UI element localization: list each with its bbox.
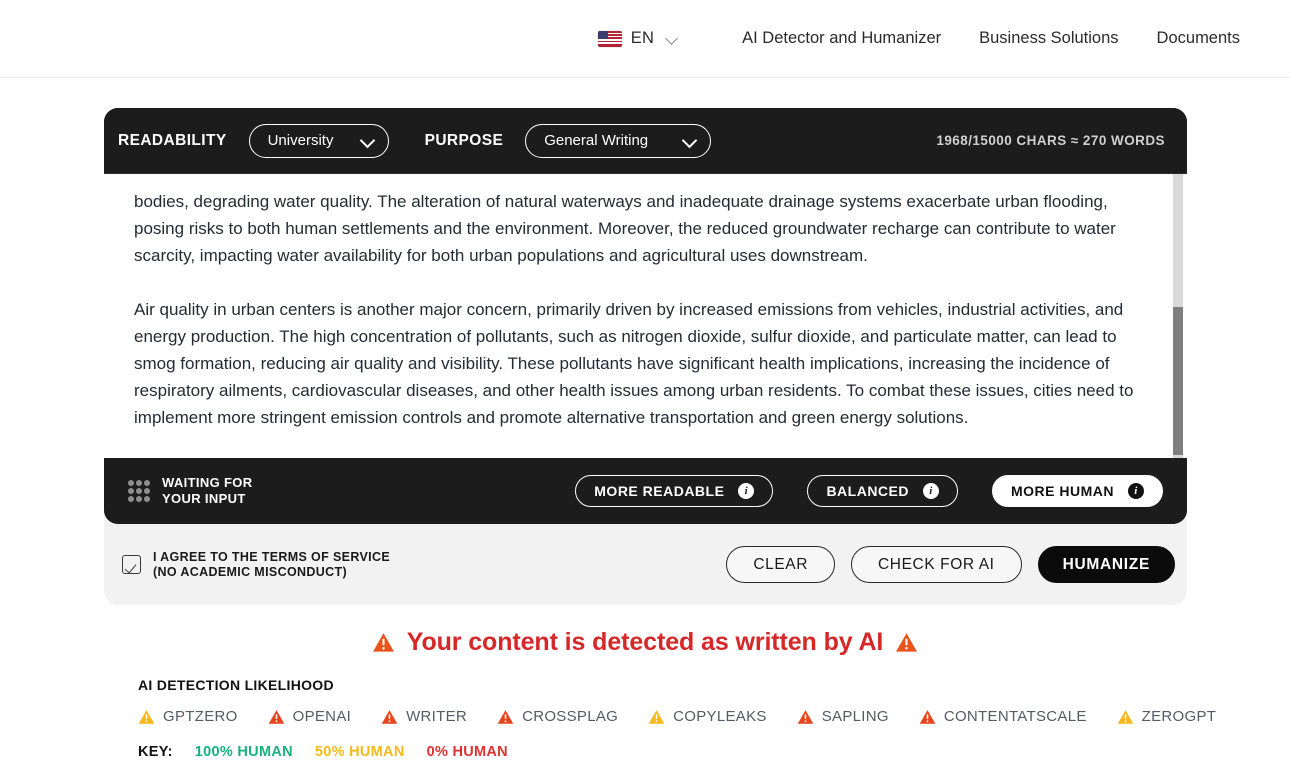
detection-key-row: KEY: 100% HUMAN 50% HUMAN 0% HUMAN xyxy=(138,744,508,760)
terms-agreement[interactable]: I AGREE TO THE TERMS OF SERVICE (NO ACAD… xyxy=(122,550,390,580)
detector-list: GPTZERO OPENAI WRITER CROSSPLAG COPYLEAK… xyxy=(138,708,1246,725)
checked-checkbox-icon[interactable] xyxy=(122,555,141,574)
editor-area: bodies, degrading water quality. The alt… xyxy=(104,174,1187,458)
detector-item-writer: WRITER xyxy=(381,708,467,725)
purpose-label: PURPOSE xyxy=(424,131,504,149)
nav-link-ai-detector-and-humanizer[interactable]: AI Detector and Humanizer xyxy=(742,29,941,48)
detector-name: COPYLEAKS xyxy=(673,708,767,725)
key-label: KEY: xyxy=(138,744,173,760)
mode-button-group: MORE READABLE i BALANCED i MORE HUMAN i xyxy=(575,475,1163,507)
action-button-group: CLEAR CHECK FOR AI HUMANIZE xyxy=(710,546,1175,583)
editor-scrollbar[interactable] xyxy=(1173,174,1183,458)
nav-right-group: EN AI Detector and Humanizer Business So… xyxy=(597,29,1240,48)
clear-button[interactable]: CLEAR xyxy=(726,546,836,583)
readability-label: READABILITY xyxy=(118,131,227,149)
mode-button-balanced[interactable]: BALANCED i xyxy=(807,475,958,507)
card-footer: I AGREE TO THE TERMS OF SERVICE (NO ACAD… xyxy=(104,524,1187,605)
humanize-button[interactable]: HUMANIZE xyxy=(1037,546,1175,583)
ai-detection-likelihood-label: AI DETECTION LIKELIHOOD xyxy=(138,677,334,693)
mode-button-label: BALANCED xyxy=(826,483,909,499)
detector-item-copyleaks: COPYLEAKS xyxy=(648,708,767,725)
detection-headline: Your content is detected as written by A… xyxy=(406,628,884,656)
mode-button-more-readable[interactable]: MORE READABLE i xyxy=(575,475,774,507)
detector-item-contentatscale: CONTENTATSCALE xyxy=(919,708,1087,725)
terms-agreement-label: I AGREE TO THE TERMS OF SERVICE (NO ACAD… xyxy=(153,549,391,579)
detector-name: OPENAI xyxy=(292,708,352,725)
mode-button-more-human[interactable]: MORE HUMAN i xyxy=(992,475,1163,507)
warning-triangle-icon xyxy=(381,709,398,725)
detector-name: WRITER xyxy=(406,708,468,725)
editor-scrollbar-thumb[interactable] xyxy=(1173,307,1183,455)
detector-item-crossplag: CROSSPLAG xyxy=(497,708,618,725)
detector-name: CONTENTATSCALE xyxy=(943,708,1087,725)
detector-name: SAPLING xyxy=(821,708,889,725)
editor-panel: READABILITY University PURPOSE General W… xyxy=(104,108,1187,524)
info-icon[interactable]: i xyxy=(1128,483,1144,499)
editor-paragraph: bodies, degrading water quality. The alt… xyxy=(134,192,1116,265)
chevron-down-icon xyxy=(683,134,696,147)
check-for-ai-button[interactable]: CHECK FOR AI xyxy=(851,546,1022,583)
status-text: WAITING FOR YOUR INPUT xyxy=(162,475,253,506)
readability-select-value: University xyxy=(267,132,334,149)
humanizer-card: READABILITY University PURPOSE General W… xyxy=(104,108,1187,605)
character-count: 1968/15000 CHARS ≈ 270 WORDS xyxy=(936,133,1165,148)
warning-triangle-icon xyxy=(372,632,395,653)
key-item-100-human: 100% HUMAN xyxy=(194,744,293,760)
warning-triangle-icon xyxy=(648,709,665,725)
detection-headline-row: Your content is detected as written by A… xyxy=(0,628,1290,657)
purpose-select-value: General Writing xyxy=(544,132,649,149)
detector-item-gptzero: GPTZERO xyxy=(138,708,238,725)
detector-name: GPTZERO xyxy=(163,708,238,725)
us-flag-icon xyxy=(597,30,622,47)
info-icon[interactable]: i xyxy=(923,483,939,499)
text-editor[interactable]: bodies, degrading water quality. The alt… xyxy=(104,174,1173,458)
warning-triangle-icon xyxy=(919,709,936,725)
editor-toolbar: READABILITY University PURPOSE General W… xyxy=(104,108,1187,174)
mode-button-label: MORE HUMAN xyxy=(1011,483,1114,499)
detector-name: ZEROGPT xyxy=(1141,708,1217,725)
mode-button-label: MORE READABLE xyxy=(594,483,725,499)
chevron-down-icon xyxy=(361,134,374,147)
panel-status-bar: WAITING FOR YOUR INPUT MORE READABLE i B… xyxy=(104,458,1187,524)
detector-item-sapling: SAPLING xyxy=(797,708,889,725)
language-label: EN xyxy=(630,29,655,47)
warning-triangle-icon xyxy=(797,709,814,725)
nav-link-documents[interactable]: Documents xyxy=(1157,29,1240,48)
key-item-0-human: 0% HUMAN xyxy=(426,744,508,760)
detector-name: CROSSPLAG xyxy=(522,708,619,725)
warning-triangle-icon xyxy=(1117,709,1134,725)
language-selector[interactable]: EN xyxy=(597,29,678,48)
readability-select[interactable]: University xyxy=(248,123,389,158)
grid-dots-icon xyxy=(128,480,150,502)
editor-paragraph: Air quality in urban centers is another … xyxy=(134,300,1134,427)
info-icon[interactable]: i xyxy=(738,483,755,499)
detector-item-openai: OPENAI xyxy=(268,708,351,725)
detector-item-zerogpt: ZEROGPT xyxy=(1117,708,1217,725)
chevron-down-icon xyxy=(667,33,678,44)
purpose-select[interactable]: General Writing xyxy=(525,123,712,158)
warning-triangle-icon xyxy=(138,709,155,725)
warning-triangle-icon xyxy=(268,709,285,725)
key-item-50-human: 50% HUMAN xyxy=(314,744,405,760)
top-navigation-bar: EN AI Detector and Humanizer Business So… xyxy=(0,0,1290,78)
warning-triangle-icon xyxy=(497,709,514,725)
nav-link-business-solutions[interactable]: Business Solutions xyxy=(979,29,1118,48)
warning-triangle-icon xyxy=(895,632,918,653)
